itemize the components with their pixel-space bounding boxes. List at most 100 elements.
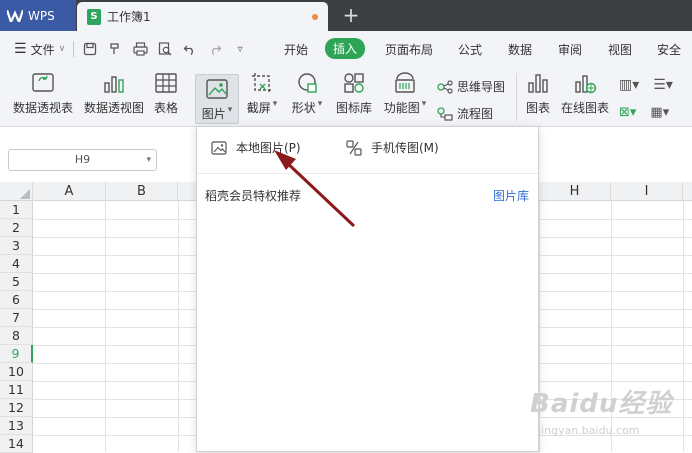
combo-chart-icon[interactable]: ▦▾ <box>650 105 669 120</box>
table-icon <box>154 71 178 95</box>
document-tab-label: 工作簿1 <box>107 10 151 24</box>
flowchart-label: 流程图 <box>457 107 494 121</box>
picture-label: 图片 <box>201 107 226 121</box>
column-header[interactable]: B <box>106 182 178 201</box>
shapes-dropdown-icon: ▾ <box>317 99 323 109</box>
row-header[interactable]: 13 <box>0 417 33 435</box>
name-box[interactable]: H9 ▾ <box>8 149 157 171</box>
chart-button[interactable]: 图表 <box>524 71 552 116</box>
line-chart-icon[interactable]: ⊠▾ <box>619 105 636 120</box>
flowchart-button[interactable]: 流程图 <box>437 105 493 122</box>
wps-logo-icon <box>7 9 23 22</box>
tab-page-layout[interactable]: 页面布局 <box>385 41 433 58</box>
new-tab-button[interactable]: + <box>340 4 362 26</box>
tab-formulas[interactable]: 公式 <box>458 41 482 58</box>
pivot-chart-label: 数据透视图 <box>83 101 144 115</box>
chart-label: 图表 <box>525 101 550 115</box>
mindmap-button[interactable]: 思维导图 <box>437 78 505 95</box>
chart-type-row-top: ▥▾ ☰▾ <box>619 77 673 93</box>
print-preview-icon[interactable] <box>156 40 174 58</box>
divider <box>516 73 517 121</box>
table-label: 表格 <box>153 101 178 115</box>
icon-library-icon <box>342 71 366 95</box>
picture-dropdown-menu: 本地图片(P) 手机传图(M) 稻壳会员特权推荐 图片库 <box>196 126 539 452</box>
function-chart-button[interactable]: 功能图 ▾ <box>381 71 429 116</box>
tab-security[interactable]: 安全 <box>657 41 681 58</box>
screenshot-dropdown-icon: ▾ <box>272 99 278 109</box>
app-label: WPS <box>28 8 55 23</box>
name-box-value: H9 <box>74 153 91 166</box>
column-header[interactable]: I <box>611 182 683 201</box>
watermark-main-text: Baidu经验 <box>530 389 673 419</box>
function-chart-label: 功能图 <box>383 101 420 115</box>
customize-toolbar-icon[interactable]: ▿ <box>231 40 249 58</box>
annotation-arrow-icon <box>274 150 356 228</box>
baidu-watermark: Baidu经验 jingyan.baidu.com <box>530 378 690 448</box>
row-header[interactable]: 6 <box>0 291 33 309</box>
row-header[interactable]: 1 <box>0 201 33 219</box>
row-header[interactable]: 2 <box>0 219 33 237</box>
undo-icon[interactable] <box>181 40 199 58</box>
icon-library-button[interactable]: 图标库 <box>334 71 374 116</box>
row-header[interactable]: 5 <box>0 273 33 291</box>
pivot-table-icon <box>31 71 55 95</box>
document-tab[interactable]: S 工作簿1 <box>77 2 328 31</box>
tab-home[interactable]: 开始 <box>284 41 308 58</box>
chevron-down-icon[interactable]: ▾ <box>146 150 151 170</box>
grid-line <box>105 201 106 452</box>
pivot-table-button[interactable]: 数据透视表 <box>12 71 74 116</box>
mindmap-icon <box>437 79 453 94</box>
tab-insert[interactable]: 插入 <box>325 38 366 59</box>
pivot-chart-button[interactable]: 数据透视图 <box>83 71 145 116</box>
row-header[interactable]: 3 <box>0 237 33 255</box>
function-chart-dropdown-icon: ▾ <box>421 99 427 109</box>
function-chart-icon <box>393 71 417 95</box>
flowchart-icon <box>437 106 453 121</box>
divider <box>73 41 75 57</box>
row-header-active[interactable]: 9 <box>0 345 33 363</box>
divider <box>197 173 538 174</box>
unsaved-dot-icon <box>312 14 318 20</box>
row-header[interactable]: 12 <box>0 399 33 417</box>
menu-bar: ☰ 文件 ∨ ▿ 开始 插入 页面布局 公式 数据 审阅 视图 安全 <box>0 31 692 67</box>
online-chart-label: 在线图表 <box>560 101 609 115</box>
column-header[interactable]: H <box>539 182 611 201</box>
spreadsheet-icon: S <box>87 8 101 25</box>
column-header[interactable]: A <box>33 182 106 201</box>
tab-data[interactable]: 数据 <box>508 41 532 58</box>
hamburger-icon: ☰ <box>14 41 27 57</box>
screenshot-label: 截屏 <box>246 101 271 115</box>
image-gallery-link[interactable]: 图片库 <box>493 187 529 204</box>
row-header[interactable]: 11 <box>0 381 33 399</box>
tab-view[interactable]: 视图 <box>608 41 632 58</box>
redo-icon[interactable] <box>206 40 224 58</box>
save-icon[interactable] <box>81 40 99 58</box>
print-icon[interactable] <box>131 40 149 58</box>
online-chart-button[interactable]: 在线图表 <box>560 71 610 116</box>
row-header[interactable]: 7 <box>0 309 33 327</box>
pivot-chart-icon <box>102 71 126 95</box>
chart-type-row-bottom: ⊠▾ ▦▾ <box>619 105 669 120</box>
row-header[interactable]: 14 <box>0 435 33 453</box>
picture-button[interactable]: 图片 ▾ <box>195 74 239 124</box>
format-painter-icon[interactable] <box>106 40 124 58</box>
online-chart-icon <box>573 71 597 95</box>
column-chart-icon[interactable]: ▥▾ <box>619 77 639 93</box>
image-icon <box>211 140 227 155</box>
watermark-sub-text: jingyan.baidu.com <box>538 424 640 437</box>
file-menu-label: 文件 <box>30 42 55 57</box>
table-button[interactable]: 表格 <box>152 71 180 116</box>
file-menu[interactable]: ☰ 文件 ∨ <box>14 41 65 58</box>
ribbon-toolbar: 数据透视表 数据透视图 表格 图片 ▾ 截屏 ▾ 形状 ▾ 图标库 功能图 ▾ … <box>0 67 692 127</box>
picture-dropdown-icon: ▾ <box>227 105 233 115</box>
row-header[interactable]: 4 <box>0 255 33 273</box>
screenshot-button[interactable]: 截屏 ▾ <box>243 71 281 116</box>
shapes-icon <box>295 71 319 95</box>
shapes-button[interactable]: 形状 ▾ <box>289 71 325 116</box>
row-header[interactable]: 10 <box>0 363 33 381</box>
wps-app-tab[interactable]: WPS <box>0 0 76 31</box>
tab-review[interactable]: 审阅 <box>558 41 582 58</box>
row-header[interactable]: 8 <box>0 327 33 345</box>
bar-chart-icon[interactable]: ☰▾ <box>653 77 673 93</box>
select-all-corner[interactable] <box>0 182 33 201</box>
